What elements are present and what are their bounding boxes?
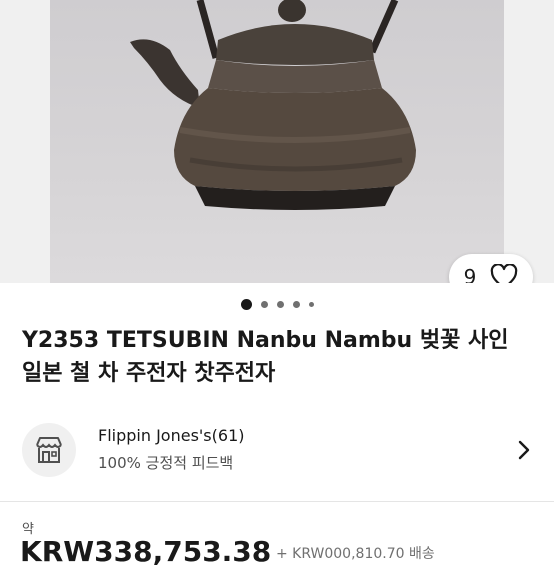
heart-icon [491,264,518,283]
seller-name[interactable]: Flippin Jones's(61) [98,426,244,445]
listing-title: Y2353 TETSUBIN Nanbu Nambu 벚꽃 사인 일본 철 차 … [22,324,537,390]
like-button[interactable]: 9 [449,254,533,283]
price-amount: KRW338,753.38 [20,535,272,568]
image-gallery[interactable]: 9 [0,0,554,283]
like-count: 9 [463,265,477,283]
listing-title-line1: Y2353 TETSUBIN Nanbu Nambu 벚꽃 사인 [22,328,509,353]
kettle-illustration [130,0,416,210]
pagination-dot[interactable] [260,301,268,308]
section-divider [0,501,554,502]
pagination-dot[interactable] [308,302,314,307]
shipping-cost: + KRW000,810.70 배송 [276,546,435,562]
pagination-dot[interactable] [240,299,252,310]
listing-title-line2: 일본 철 차 주전자 찻주전자 [22,361,276,386]
gallery-pagination [0,299,554,310]
pagination-dot[interactable] [276,301,284,308]
seller-card[interactable]: Flippin Jones's(61) 100% 긍정적 피드백 [22,413,537,487]
store-icon [36,437,62,463]
chevron-right-icon[interactable] [517,439,531,461]
pagination-dot[interactable] [292,301,300,308]
store-avatar [22,423,76,477]
product-photo[interactable] [50,0,504,283]
seller-feedback: 100% 긍정적 피드백 [98,454,234,472]
